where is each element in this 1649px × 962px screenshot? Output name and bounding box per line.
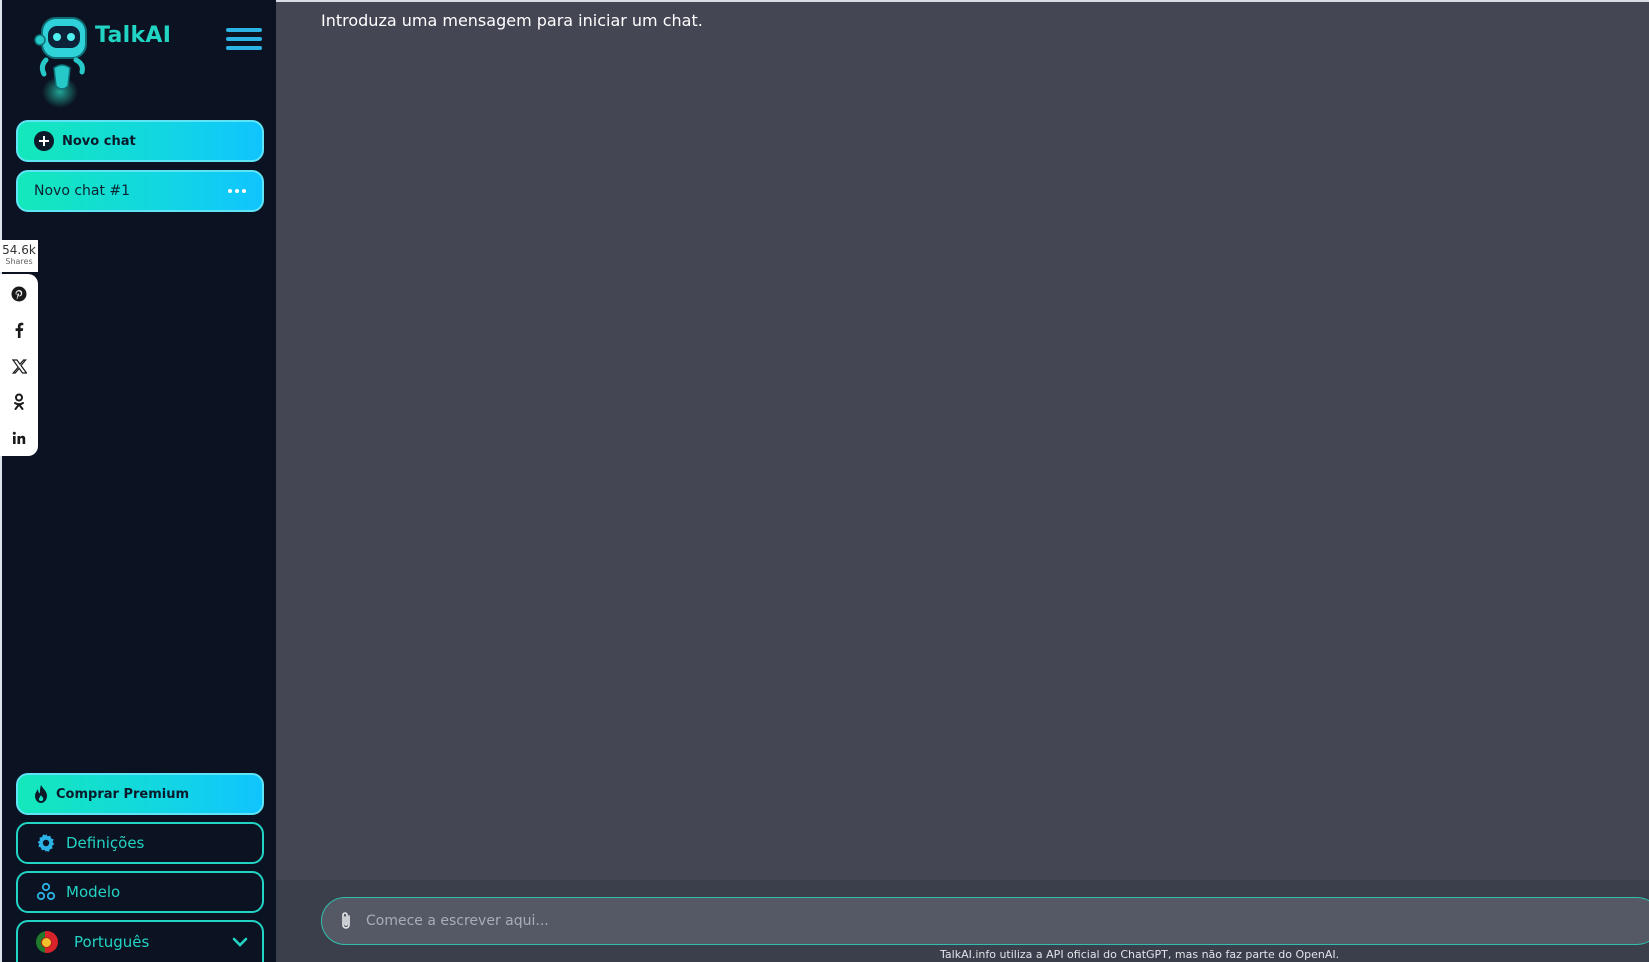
model-button[interactable]: Modelo <box>16 871 264 913</box>
paperclip-icon[interactable] <box>340 911 352 931</box>
chat-item-label: Novo chat #1 <box>34 183 131 199</box>
top-border <box>276 0 1649 2</box>
more-options-icon[interactable] <box>222 183 252 199</box>
x-icon[interactable] <box>0 348 38 384</box>
social-share-bar <box>0 274 38 456</box>
new-chat-button[interactable]: Novo chat <box>16 120 264 162</box>
portugal-flag-icon <box>36 931 58 953</box>
brand-name: TalkAI <box>95 23 172 48</box>
share-count-label: Shares <box>5 257 33 266</box>
language-select[interactable]: Português <box>16 920 264 962</box>
share-count-number: 54.6k <box>2 243 36 257</box>
menu-icon[interactable] <box>226 26 262 52</box>
share-count: 54.6k Shares <box>0 240 38 272</box>
settings-button[interactable]: Definições <box>16 822 264 864</box>
message-input[interactable] <box>364 912 1368 930</box>
flame-icon <box>35 785 47 803</box>
odnoklassniki-icon[interactable] <box>0 384 38 420</box>
disclaimer-text: TalkAI.info utiliza a API oficial do Cha… <box>940 948 1340 961</box>
model-icon <box>36 882 56 902</box>
model-label: Modelo <box>66 883 121 901</box>
sidebar: TalkAI Novo chat Novo chat #1 Comprar Pr… <box>0 0 276 962</box>
facebook-icon[interactable] <box>0 312 38 348</box>
premium-label: Comprar Premium <box>56 786 190 802</box>
pinterest-icon[interactable] <box>0 276 38 312</box>
chevron-down-icon <box>232 936 248 948</box>
buy-premium-button[interactable]: Comprar Premium <box>16 773 264 815</box>
settings-label: Definições <box>66 834 145 852</box>
app-window: TalkAI Novo chat Novo chat #1 Comprar Pr… <box>0 0 1649 962</box>
language-label: Português <box>74 933 150 951</box>
intro-message: Introduza uma mensagem para iniciar um c… <box>321 11 703 30</box>
new-chat-label: Novo chat <box>62 133 136 149</box>
plus-icon <box>34 131 54 151</box>
gear-icon <box>36 833 56 853</box>
linkedin-icon[interactable] <box>0 420 38 456</box>
chat-list-item[interactable]: Novo chat #1 <box>16 170 264 212</box>
robot-logo-icon[interactable] <box>32 10 102 110</box>
message-composer <box>321 897 1649 945</box>
